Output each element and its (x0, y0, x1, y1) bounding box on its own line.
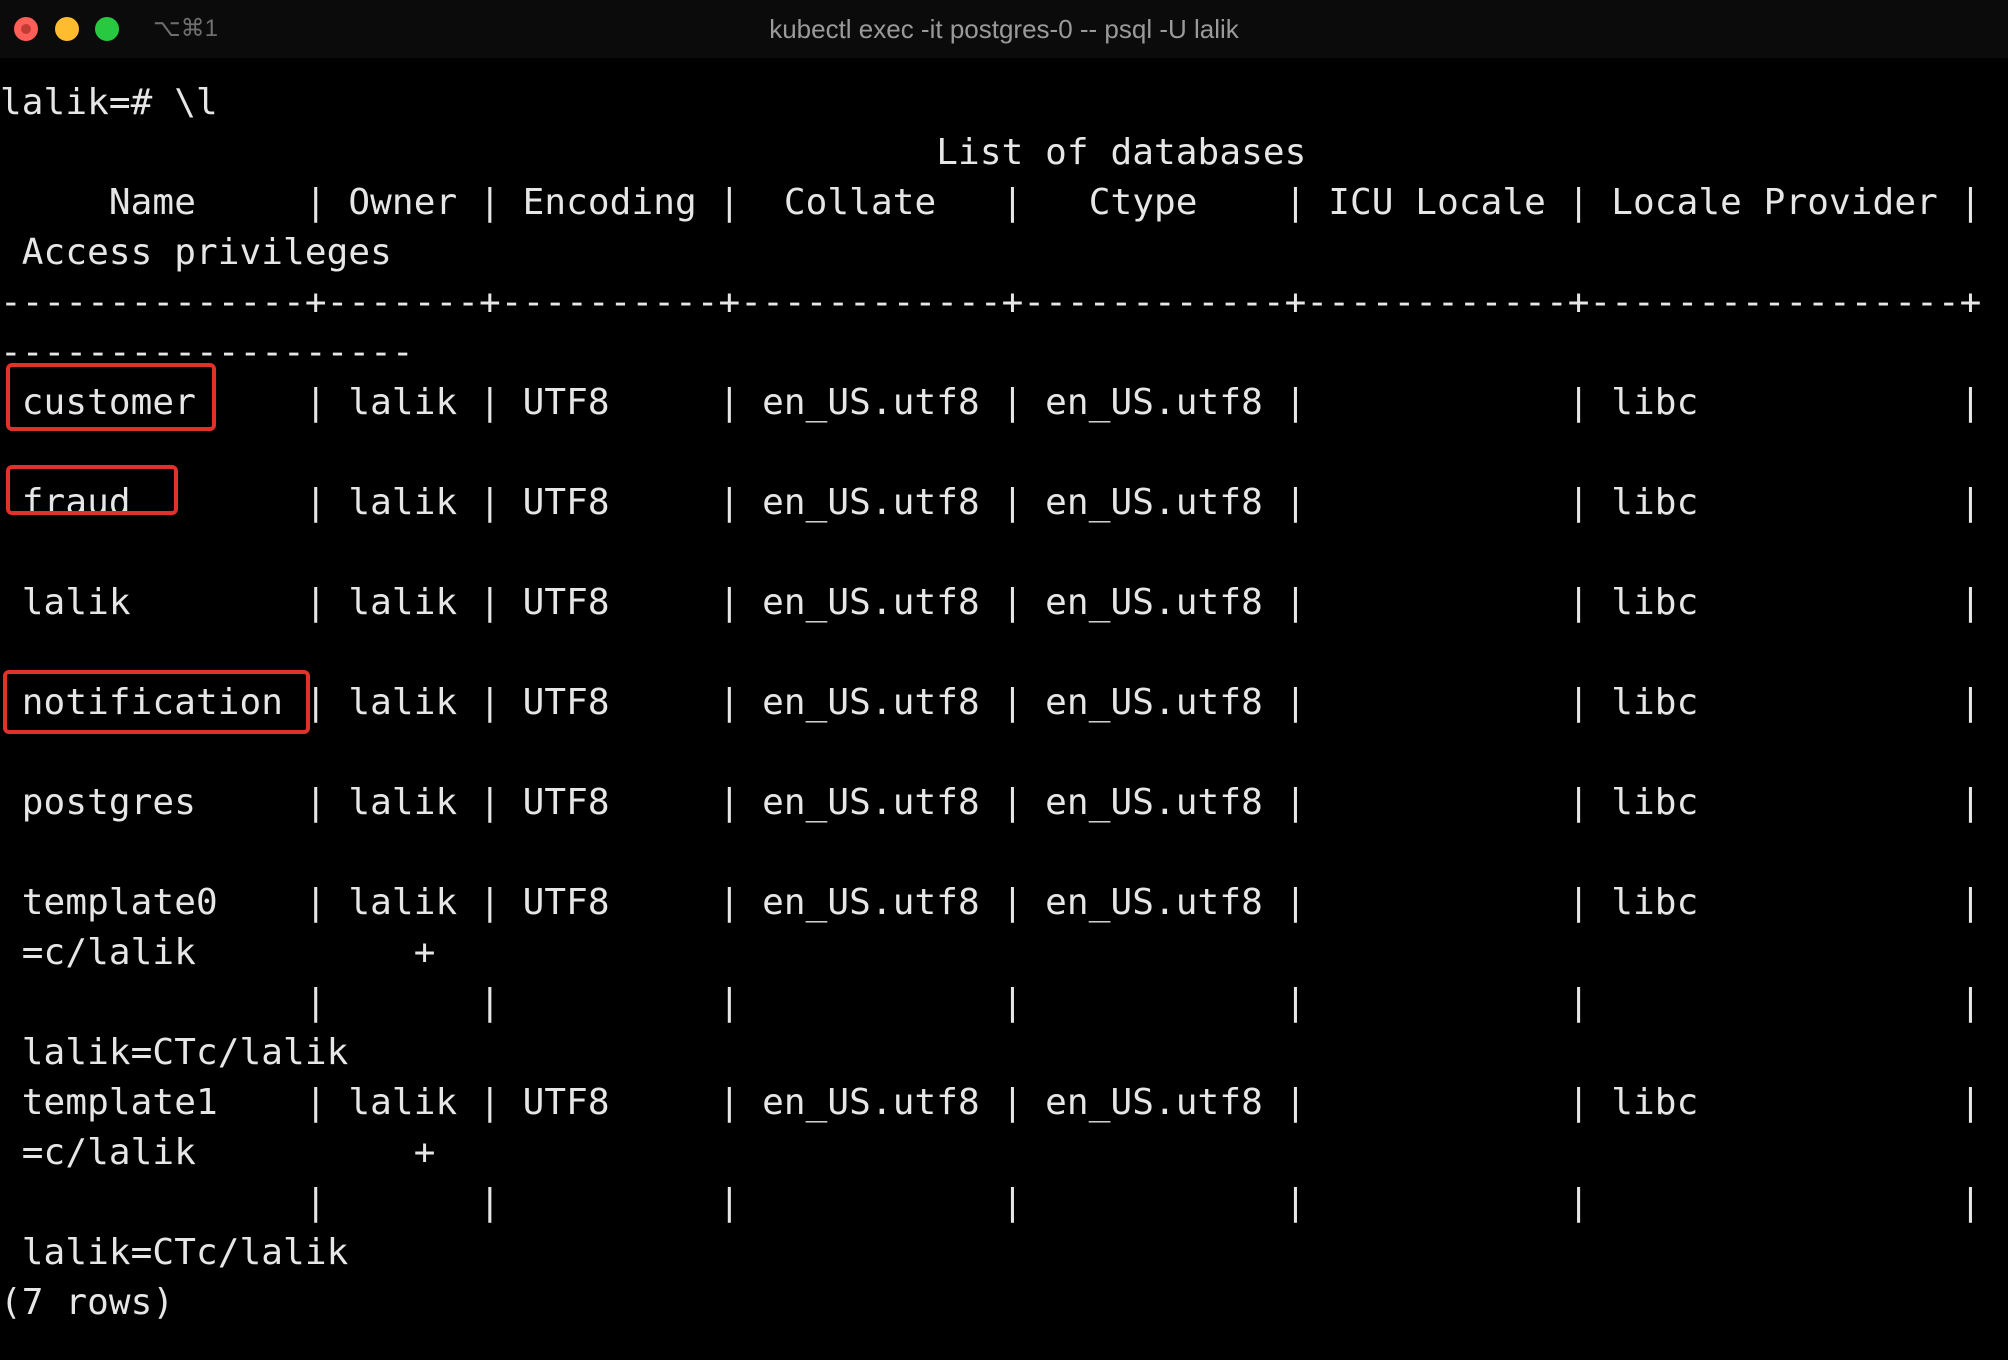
terminal-line-command: lalik=# \l (0, 82, 218, 123)
table-row-fraud: fraud | lalik | UTF8 | en_US.utf8 | en_U… (0, 482, 1982, 523)
highlight-box-notification (3, 670, 310, 734)
table-row-template0: template0 | lalik | UTF8 | en_US.utf8 | … (0, 882, 1982, 923)
table-separator: --------------+-------+----------+------… (0, 282, 1982, 323)
table-caption: List of databases (0, 132, 1307, 173)
table-row-template1-continuation: | | | | | | | (0, 1182, 1982, 1223)
table-row-template1-privileges-2: lalik=CTc/lalik (0, 1232, 349, 1273)
table-row-template0-privileges-2: lalik=CTc/lalik (0, 1032, 349, 1073)
table-row-template1: template1 | lalik | UTF8 | en_US.utf8 | … (0, 1082, 1982, 1123)
table-row-lalik: lalik | lalik | UTF8 | en_US.utf8 | en_U… (0, 582, 1982, 623)
window-titlebar: ⌥⌘1 kubectl exec -it postgres-0 -- psql … (0, 0, 2008, 58)
table-row-template0-privileges: =c/lalik + (0, 932, 436, 973)
highlight-box-fraud (6, 465, 178, 515)
window-title: kubectl exec -it postgres-0 -- psql -U l… (769, 14, 1239, 44)
table-row-customer: customer | lalik | UTF8 | en_US.utf8 | e… (0, 382, 1982, 423)
table-header-row-wrap: Access privileges (0, 232, 392, 273)
row-count-footer: (7 rows) (0, 1282, 175, 1323)
table-row-template1-privileges: =c/lalik + (0, 1132, 436, 1173)
table-row-postgres: postgres | lalik | UTF8 | en_US.utf8 | e… (0, 782, 1982, 823)
highlight-box-customer (6, 363, 216, 431)
table-row-template0-continuation: | | | | | | | (0, 982, 1982, 1023)
table-header-row: Name | Owner | Encoding | Collate | Ctyp… (0, 182, 1982, 223)
